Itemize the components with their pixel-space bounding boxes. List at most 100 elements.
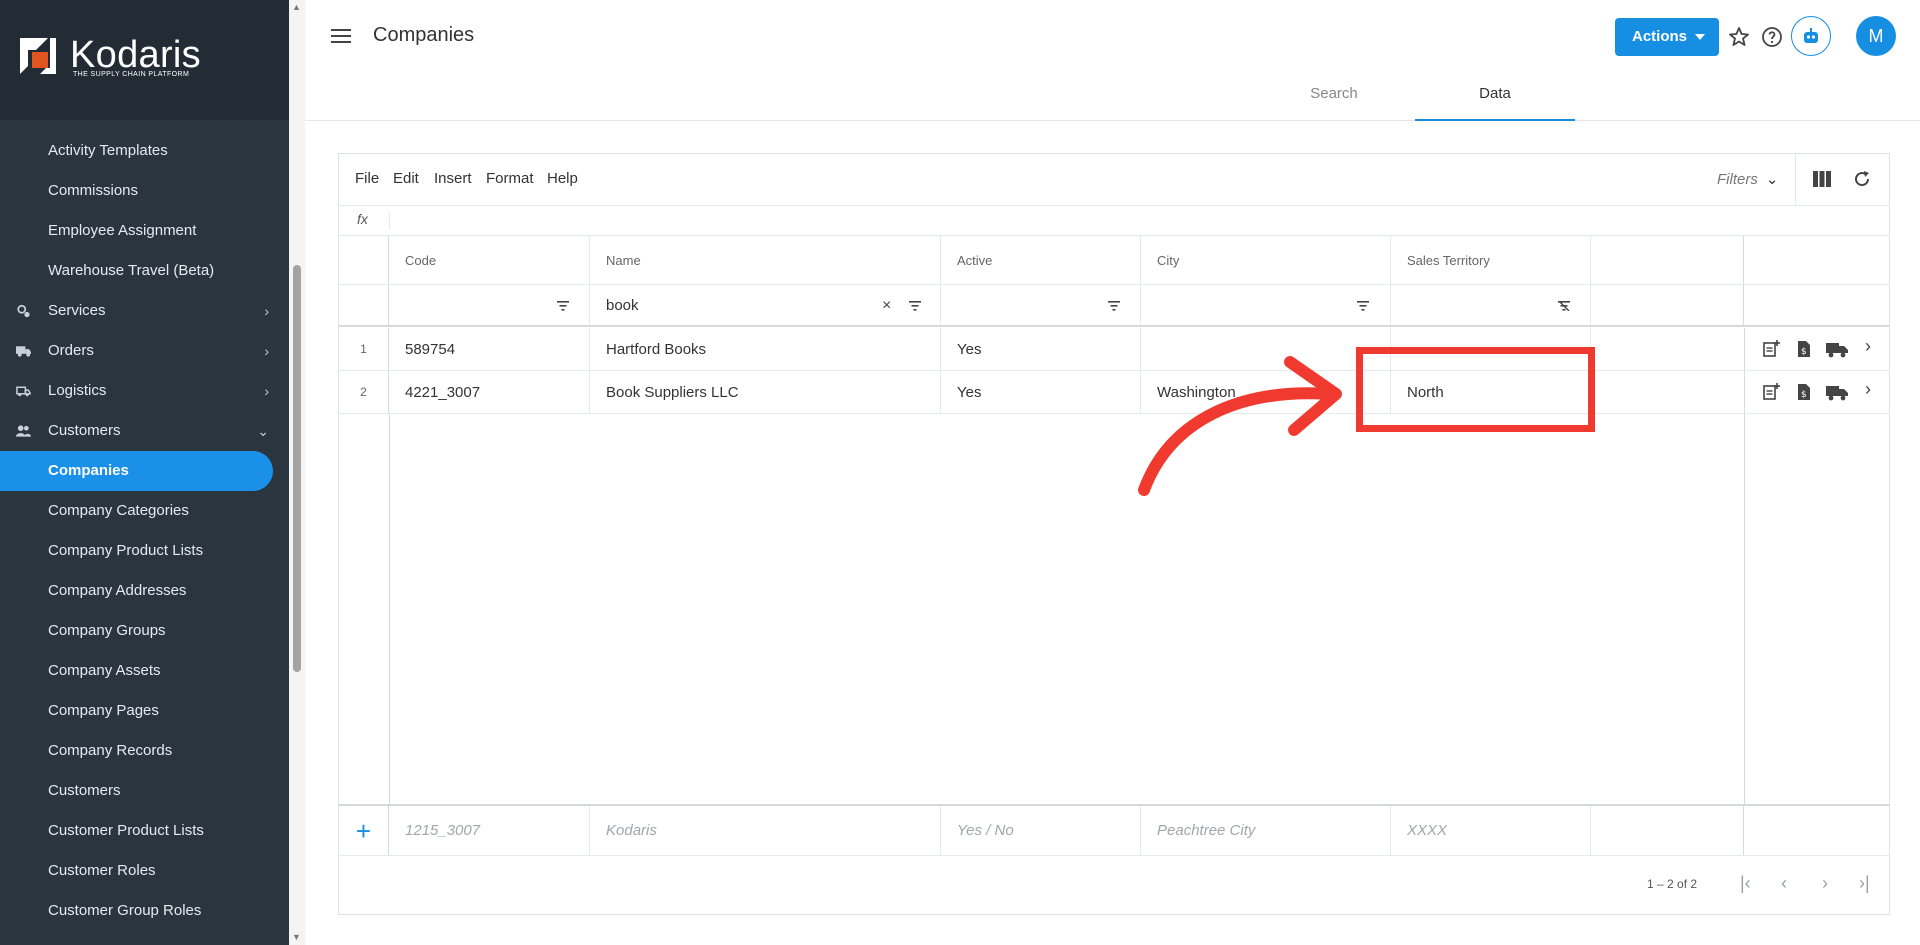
- sidebar-item-employee-assignment[interactable]: Employee Assignment: [0, 211, 289, 251]
- tab-data[interactable]: Data: [1415, 80, 1575, 121]
- truck-icon: [16, 346, 31, 357]
- add-note-icon[interactable]: [1762, 340, 1780, 358]
- sidebar-item-company-records[interactable]: Company Records: [0, 731, 289, 771]
- column-header-name[interactable]: Name: [590, 236, 941, 284]
- clear-filter-icon[interactable]: ×: [882, 297, 891, 315]
- hamburger-menu-icon[interactable]: [331, 26, 351, 46]
- filter-icon[interactable]: [557, 301, 569, 311]
- user-avatar[interactable]: M: [1856, 16, 1896, 56]
- add-row-button[interactable]: +: [339, 806, 389, 855]
- menu-help[interactable]: Help: [547, 170, 578, 187]
- sidebar-item-customers-list[interactable]: Customers: [0, 771, 289, 811]
- price-doc-icon[interactable]: $: [1795, 340, 1813, 358]
- filter-cell-sales-territory[interactable]: [1391, 285, 1591, 325]
- sidebar-item-commissions[interactable]: Commissions: [0, 171, 289, 211]
- cell-name[interactable]: Hartford Books: [590, 328, 941, 370]
- sidebar-item-company-pages[interactable]: Company Pages: [0, 691, 289, 731]
- last-page-icon[interactable]: ›|: [1859, 873, 1870, 894]
- new-name-input[interactable]: Kodaris: [590, 806, 941, 855]
- new-city-input[interactable]: Peachtree City: [1141, 806, 1391, 855]
- column-header-city[interactable]: City: [1141, 236, 1391, 284]
- sidebar-item-customer-roles[interactable]: Customer Roles: [0, 851, 289, 891]
- menu-edit[interactable]: Edit: [393, 170, 419, 187]
- sidebar-item-companies[interactable]: Companies: [0, 451, 273, 491]
- filter-off-icon[interactable]: [1558, 301, 1570, 311]
- filter-icon[interactable]: [909, 301, 921, 311]
- page-info: 1 – 2 of 2: [1647, 877, 1698, 891]
- menu-insert[interactable]: Insert: [434, 170, 472, 187]
- menu-format[interactable]: Format: [486, 170, 534, 187]
- first-page-icon[interactable]: |‹: [1740, 873, 1751, 894]
- menu-file[interactable]: File: [355, 170, 379, 187]
- filter-icon[interactable]: [1108, 301, 1120, 311]
- sidebar-item-activity-templates[interactable]: Activity Templates: [0, 131, 289, 171]
- filters-dropdown[interactable]: Filters ⌄: [1717, 170, 1778, 188]
- sidebar-item-customers[interactable]: Customers ⌄: [0, 411, 289, 451]
- people-icon: [16, 425, 31, 437]
- chevron-right-icon[interactable]: ›: [1865, 379, 1883, 399]
- sidebar-item-company-categories[interactable]: Company Categories: [0, 491, 289, 531]
- star-icon[interactable]: [1727, 25, 1751, 49]
- refresh-icon[interactable]: [1853, 170, 1871, 188]
- sidebar-item-customer-group-roles[interactable]: Customer Group Roles: [0, 891, 289, 931]
- sidebar-item-label: Company Categories: [48, 502, 189, 519]
- filter-icon[interactable]: [1357, 301, 1369, 311]
- help-icon[interactable]: [1760, 25, 1784, 49]
- table-row[interactable]: 2 4221_3007 Book Suppliers LLC Yes Washi…: [339, 371, 1889, 414]
- filter-cell-name[interactable]: book ×: [590, 285, 941, 325]
- add-note-icon[interactable]: [1762, 383, 1780, 401]
- sidebar-item-label: Activity Templates: [48, 142, 168, 159]
- sidebar-item-services[interactable]: Services ›: [0, 291, 289, 331]
- divider: [1795, 154, 1796, 206]
- sidebar-item-warehouse-travel[interactable]: Warehouse Travel (Beta): [0, 251, 289, 291]
- shipping-truck-icon[interactable]: [1826, 383, 1848, 401]
- sidebar-item-logistics[interactable]: Logistics ›: [0, 371, 289, 411]
- formula-bar[interactable]: fx: [339, 206, 1889, 236]
- prev-page-icon[interactable]: ‹: [1781, 873, 1787, 894]
- new-code-input[interactable]: 1215_3007: [389, 806, 590, 855]
- actions-button[interactable]: Actions: [1615, 18, 1719, 56]
- column-header-active[interactable]: Active: [941, 236, 1141, 284]
- sidebar-item-customer-product-lists[interactable]: Customer Product Lists: [0, 811, 289, 851]
- cell-active[interactable]: Yes: [941, 328, 1141, 370]
- shipping-truck-icon[interactable]: [1826, 340, 1848, 358]
- row-number: 2: [339, 371, 389, 413]
- header-row: Code Name Active City Sales Territory: [339, 236, 1889, 285]
- next-page-icon[interactable]: ›: [1822, 873, 1828, 894]
- cell-empty: [1591, 328, 1744, 370]
- cell-code[interactable]: 4221_3007: [389, 371, 590, 413]
- columns-icon[interactable]: [1813, 171, 1831, 187]
- tab-search[interactable]: Search: [1254, 80, 1414, 121]
- sidebar-scrollbar[interactable]: ▲ ▼: [289, 0, 305, 945]
- cell-name[interactable]: Book Suppliers LLC: [590, 371, 941, 413]
- new-sales-territory-input[interactable]: XXXX: [1391, 806, 1591, 855]
- sidebar-item-label: Company Product Lists: [48, 542, 204, 559]
- price-doc-icon[interactable]: $: [1795, 383, 1813, 401]
- sidebar-item-company-groups[interactable]: Company Groups: [0, 611, 289, 651]
- services-icon: [17, 304, 30, 318]
- chevron-down-icon: ⌄: [257, 423, 269, 439]
- chevron-right-icon: ›: [264, 303, 269, 319]
- scroll-up-icon[interactable]: ▲: [292, 2, 301, 12]
- column-header-code[interactable]: Code: [389, 236, 590, 284]
- new-active-input[interactable]: Yes / No: [941, 806, 1141, 855]
- cell-active[interactable]: Yes: [941, 371, 1141, 413]
- chevron-right-icon[interactable]: ›: [1865, 336, 1883, 356]
- logo[interactable]: Kodaris THE SUPPLY CHAIN PLATFORM: [0, 0, 289, 120]
- column-header-sales-territory[interactable]: Sales Territory: [1391, 236, 1591, 284]
- scroll-down-icon[interactable]: ▼: [292, 932, 301, 942]
- sidebar-item-company-assets[interactable]: Company Assets: [0, 651, 289, 691]
- scrollbar-thumb[interactable]: [293, 265, 301, 672]
- filter-cell-active[interactable]: [941, 285, 1141, 325]
- sidebar-item-label: Services: [48, 302, 106, 319]
- sidebar-item-company-product-lists[interactable]: Company Product Lists: [0, 531, 289, 571]
- assistant-bot-button[interactable]: [1791, 16, 1831, 56]
- table-row[interactable]: 1 589754 Hartford Books Yes $ ›: [339, 328, 1889, 371]
- sidebar-item-label: Customer Roles: [48, 862, 156, 879]
- cell-code[interactable]: 589754: [389, 328, 590, 370]
- sidebar-item-label: Company Addresses: [48, 582, 187, 599]
- sidebar-item-company-addresses[interactable]: Company Addresses: [0, 571, 289, 611]
- sidebar-item-orders[interactable]: Orders ›: [0, 331, 289, 371]
- filter-cell-code[interactable]: [389, 285, 590, 325]
- filter-cell-city[interactable]: [1141, 285, 1391, 325]
